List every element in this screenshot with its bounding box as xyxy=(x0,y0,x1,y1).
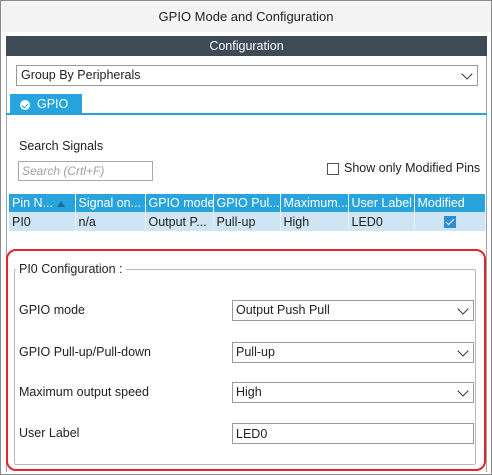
pin-config-legend: PI0 Configuration : xyxy=(16,262,126,276)
speed-label: Maximum output speed xyxy=(19,385,149,399)
speed-value: High xyxy=(236,385,262,399)
gpio-mode-label: GPIO mode xyxy=(19,303,85,317)
column-header-user-label[interactable]: User Label xyxy=(348,194,415,212)
chevron-down-icon xyxy=(461,68,473,80)
speed-select[interactable]: High xyxy=(232,382,474,403)
chevron-down-icon xyxy=(457,385,469,397)
pull-label: GPIO Pull-up/Pull-down xyxy=(19,345,152,359)
cell-max-speed: High xyxy=(280,212,349,231)
column-header-gpio-mode[interactable]: GPIO mode xyxy=(145,194,214,212)
check-circle-icon xyxy=(20,100,30,110)
pull-select[interactable]: Pull-up xyxy=(232,342,474,363)
pull-value: Pull-up xyxy=(236,345,275,359)
column-header-max-speed[interactable]: Maximum... xyxy=(280,194,349,212)
window-title: GPIO Mode and Configuration xyxy=(1,1,491,32)
checkbox-checked-icon[interactable] xyxy=(443,216,456,229)
cell-pull: Pull-up xyxy=(213,212,281,231)
group-by-select[interactable]: Group By Peripherals xyxy=(16,65,478,86)
cell-gpio-mode: Output P... xyxy=(145,212,214,231)
tab-gpio[interactable]: GPIO xyxy=(10,94,82,115)
table-header-row: Pin N... Signal on... GPIO mode GPIO Pul… xyxy=(9,194,486,212)
cell-signal: n/a xyxy=(75,212,146,231)
gpio-mode-value: Output Push Pull xyxy=(236,303,330,317)
show-modified-label: Show only Modified Pins xyxy=(344,161,481,175)
search-signals-title: Search Signals xyxy=(19,139,104,153)
show-modified-checkbox[interactable] xyxy=(327,163,339,175)
column-header-modified[interactable]: Modified xyxy=(414,194,486,212)
search-input[interactable] xyxy=(18,161,153,181)
table-row[interactable]: PI0 n/a Output P... Pull-up High LED0 xyxy=(9,212,486,231)
column-header-signal[interactable]: Signal on... xyxy=(75,194,146,212)
chevron-down-icon xyxy=(457,345,469,357)
gpio-mode-select[interactable]: Output Push Pull xyxy=(232,300,474,321)
column-header-pin[interactable]: Pin N... xyxy=(9,194,76,212)
cell-user-label: LED0 xyxy=(348,212,415,231)
user-label-input[interactable] xyxy=(232,423,474,444)
cell-pin: PI0 xyxy=(9,212,76,231)
tab-gpio-label: GPIO xyxy=(37,97,69,111)
group-by-value: Group By Peripherals xyxy=(21,68,141,82)
column-header-pull[interactable]: GPIO Pul... xyxy=(213,194,281,212)
configuration-header: Configuration xyxy=(6,36,487,56)
signals-table: Pin N... Signal on... GPIO mode GPIO Pul… xyxy=(9,194,486,231)
user-label-label: User Label xyxy=(19,426,80,440)
sort-up-icon xyxy=(57,200,65,207)
cell-modified[interactable] xyxy=(414,212,486,231)
chevron-down-icon xyxy=(457,303,469,315)
